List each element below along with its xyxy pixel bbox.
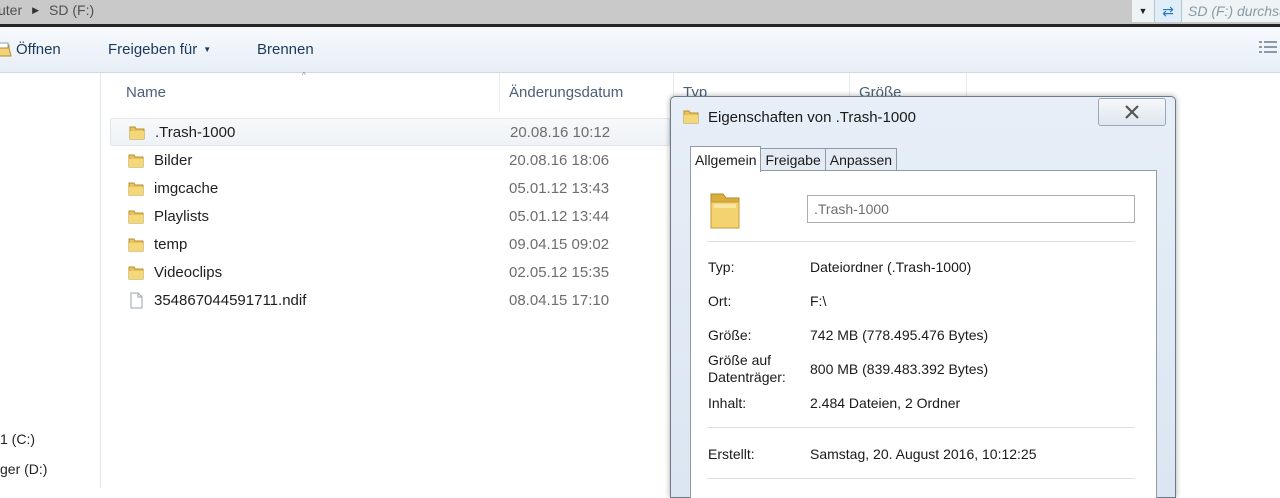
file-row-ndif[interactable]: 354867044591711.ndif 08.04.15 17:10 — [110, 287, 670, 315]
file-row-bilder[interactable]: Bilder 20.08.16 18:06 — [110, 147, 670, 175]
sort-ascending-icon: ^ — [302, 71, 306, 80]
file-name: Videoclips — [154, 264, 223, 281]
tab-sharing[interactable]: Freigabe — [760, 148, 826, 171]
file-date: 20.08.16 10:12 — [510, 124, 611, 141]
breadcrumb-drive[interactable]: SD (F:) — [49, 2, 94, 18]
file-date: 05.01.12 13:44 — [509, 208, 610, 225]
location-value: F:\ — [810, 293, 827, 309]
address-dropdown-icon[interactable]: ▼ — [1132, 0, 1154, 22]
file-row-videoclips[interactable]: Videoclips 02.05.12 15:35 — [110, 259, 670, 287]
nav-drive-d[interactable]: ger (D:) — [0, 461, 47, 477]
close-button[interactable] — [1098, 98, 1166, 126]
open-label: Öffnen — [16, 41, 61, 58]
created-label: Erstellt: — [708, 446, 755, 462]
size-on-disk-label-line1: Größe auf — [708, 352, 772, 368]
file-name: Playlists — [154, 208, 210, 225]
view-options-icon[interactable] — [1258, 39, 1278, 55]
type-label: Typ: — [708, 259, 735, 275]
dialog-tabs: Allgemein Freigabe Anpassen — [690, 146, 898, 172]
open-button[interactable]: Öffnen — [0, 27, 61, 72]
size-on-disk-label: Größe auf Datenträger: — [708, 352, 786, 386]
search-input[interactable]: SD (F:) durchsuchen — [1182, 0, 1280, 22]
tab-general[interactable]: Allgemein — [690, 146, 762, 172]
file-date: 02.05.12 15:35 — [509, 264, 610, 281]
file-date: 05.01.12 13:43 — [509, 180, 610, 197]
folder-icon — [128, 154, 144, 168]
file-row-imgcache[interactable]: imgcache 05.01.12 13:43 — [110, 175, 670, 203]
dialog-title: Eigenschaften von .Trash-1000 — [708, 109, 916, 126]
command-bar: Öffnen Freigeben für ▼ Brennen — [0, 27, 1280, 73]
breadcrumb[interactable]: uter ▶ SD (F:) — [0, 0, 94, 20]
burn-label: Brennen — [257, 41, 314, 58]
file-icon — [130, 292, 143, 309]
file-name: imgcache — [154, 180, 219, 197]
refresh-icon[interactable]: ⇄ — [1154, 0, 1182, 22]
file-name: temp — [154, 236, 188, 253]
general-tab-panel: Typ: Dateiordner (.Trash-1000) Ort: F:\ … — [690, 170, 1157, 498]
file-date: 09.04.15 09:02 — [509, 236, 610, 253]
open-icon — [0, 42, 12, 56]
file-name: 354867044591711.ndif — [154, 292, 307, 309]
size-label: Größe: — [708, 327, 752, 343]
share-with-button[interactable]: Freigeben für ▼ — [108, 27, 211, 72]
column-header-date[interactable]: Änderungsdatum — [509, 73, 623, 111]
breadcrumb-arrow-icon[interactable]: ▶ — [32, 5, 39, 16]
column-header-name[interactable]: Name — [126, 73, 166, 111]
share-with-label: Freigeben für — [108, 41, 198, 58]
folder-icon — [683, 110, 699, 124]
breadcrumb-computer[interactable]: uter — [0, 2, 22, 18]
address-bar[interactable]: uter ▶ SD (F:) ▼ ⇄ SD (F:) durchsuchen — [0, 0, 1280, 27]
divider — [707, 241, 1135, 242]
size-on-disk-value: 800 MB (839.483.392 Bytes) — [810, 361, 989, 377]
file-row-temp[interactable]: temp 09.04.15 09:02 — [110, 231, 670, 259]
contents-value: 2.484 Dateien, 2 Ordner — [810, 395, 961, 411]
size-on-disk-label-line2: Datenträger: — [708, 369, 786, 385]
file-row-playlists[interactable]: Playlists 05.01.12 13:44 — [110, 203, 670, 231]
folder-icon — [128, 182, 144, 196]
file-date: 20.08.16 18:06 — [509, 152, 610, 169]
nav-drive-c[interactable]: 1 (C:) — [0, 431, 35, 447]
navigation-pane[interactable]: 1 (C:) ger (D:) — [0, 73, 101, 488]
folder-name-input[interactable] — [807, 195, 1135, 223]
folder-icon — [128, 238, 144, 252]
properties-dialog[interactable]: Eigenschaften von .Trash-1000 Allgemein … — [670, 96, 1176, 498]
file-name: .Trash-1000 — [155, 124, 236, 141]
location-label: Ort: — [708, 293, 732, 309]
folder-icon — [128, 266, 144, 280]
column-divider[interactable] — [499, 73, 500, 111]
created-value: Samstag, 20. August 2016, 10:12:25 — [810, 446, 1037, 462]
contents-label: Inhalt: — [708, 395, 747, 411]
tab-customize[interactable]: Anpassen — [824, 148, 898, 171]
chevron-down-icon: ▼ — [203, 45, 212, 54]
burn-button[interactable]: Brennen — [257, 27, 314, 72]
large-folder-icon — [710, 193, 740, 229]
type-value: Dateiordner (.Trash-1000) — [810, 259, 972, 275]
divider — [707, 478, 1135, 479]
file-name: Bilder — [154, 152, 193, 169]
file-row-trash[interactable]: .Trash-1000 20.08.16 10:12 — [110, 118, 670, 146]
folder-icon — [128, 210, 144, 224]
divider — [707, 427, 1135, 428]
folder-icon — [129, 126, 145, 140]
file-date: 08.04.15 17:10 — [509, 292, 610, 309]
address-controls: ▼ ⇄ SD (F:) durchsuchen — [1132, 0, 1280, 22]
close-icon — [1125, 105, 1139, 119]
size-value: 742 MB (778.495.476 Bytes) — [810, 327, 989, 343]
